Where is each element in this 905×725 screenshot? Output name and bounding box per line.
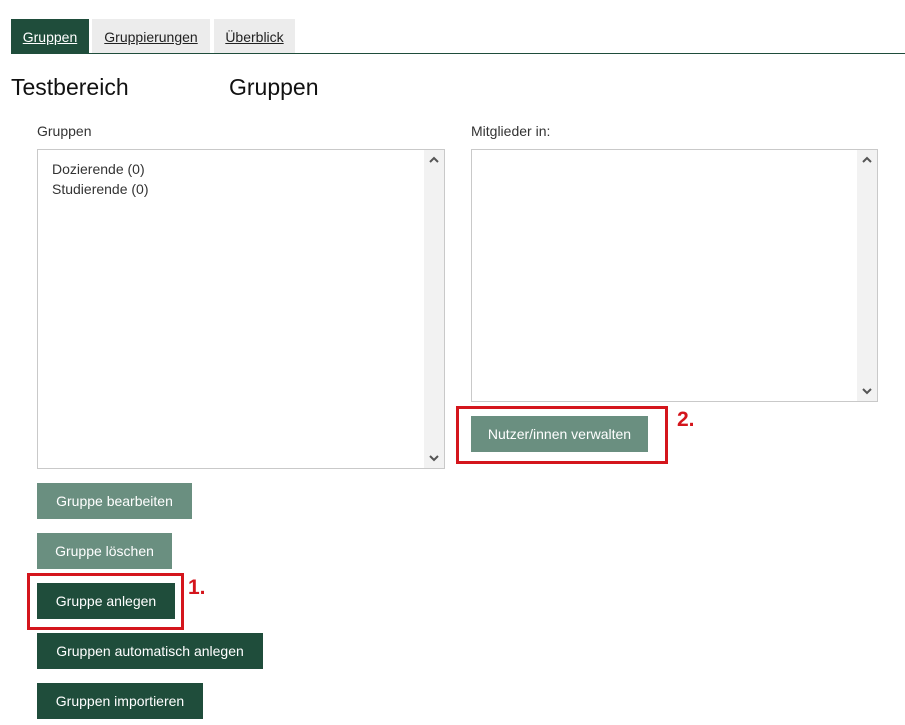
edit-group-button[interactable]: Gruppe bearbeiten — [37, 483, 192, 519]
list-item[interactable]: Studierende (0) — [52, 179, 149, 199]
groups-label: Gruppen — [37, 123, 92, 139]
area-title: Testbereich — [11, 74, 129, 100]
chevron-up-icon[interactable] — [428, 154, 440, 166]
tab-ueberblick[interactable]: Überblick — [214, 19, 295, 54]
tab-divider — [11, 53, 905, 54]
annotation-number-2: 2. — [677, 408, 695, 431]
import-groups-button[interactable]: Gruppen importieren — [37, 683, 203, 719]
members-label: Mitglieder in: — [471, 123, 551, 139]
groups-scrollbar[interactable] — [424, 150, 444, 468]
list-item[interactable]: Dozierende (0) — [52, 159, 149, 179]
annotation-box-2 — [456, 406, 668, 464]
members-scrollbar[interactable] — [857, 150, 877, 401]
tab-gruppierungen[interactable]: Gruppierungen — [92, 19, 210, 54]
groups-list: Dozierende (0) Studierende (0) — [52, 159, 149, 199]
chevron-down-icon[interactable] — [428, 452, 440, 464]
chevron-up-icon[interactable] — [861, 154, 873, 166]
delete-group-button[interactable]: Gruppe löschen — [37, 533, 172, 569]
auto-create-groups-button[interactable]: Gruppen automatisch anlegen — [37, 633, 263, 669]
chevron-down-icon[interactable] — [861, 385, 873, 397]
groups-listbox[interactable]: Dozierende (0) Studierende (0) — [37, 149, 445, 469]
annotation-number-1: 1. — [188, 576, 206, 599]
annotation-box-1 — [27, 573, 184, 630]
tab-gruppen[interactable]: Gruppen — [11, 19, 89, 54]
members-listbox[interactable] — [471, 149, 878, 402]
page-title: Gruppen — [229, 74, 319, 100]
